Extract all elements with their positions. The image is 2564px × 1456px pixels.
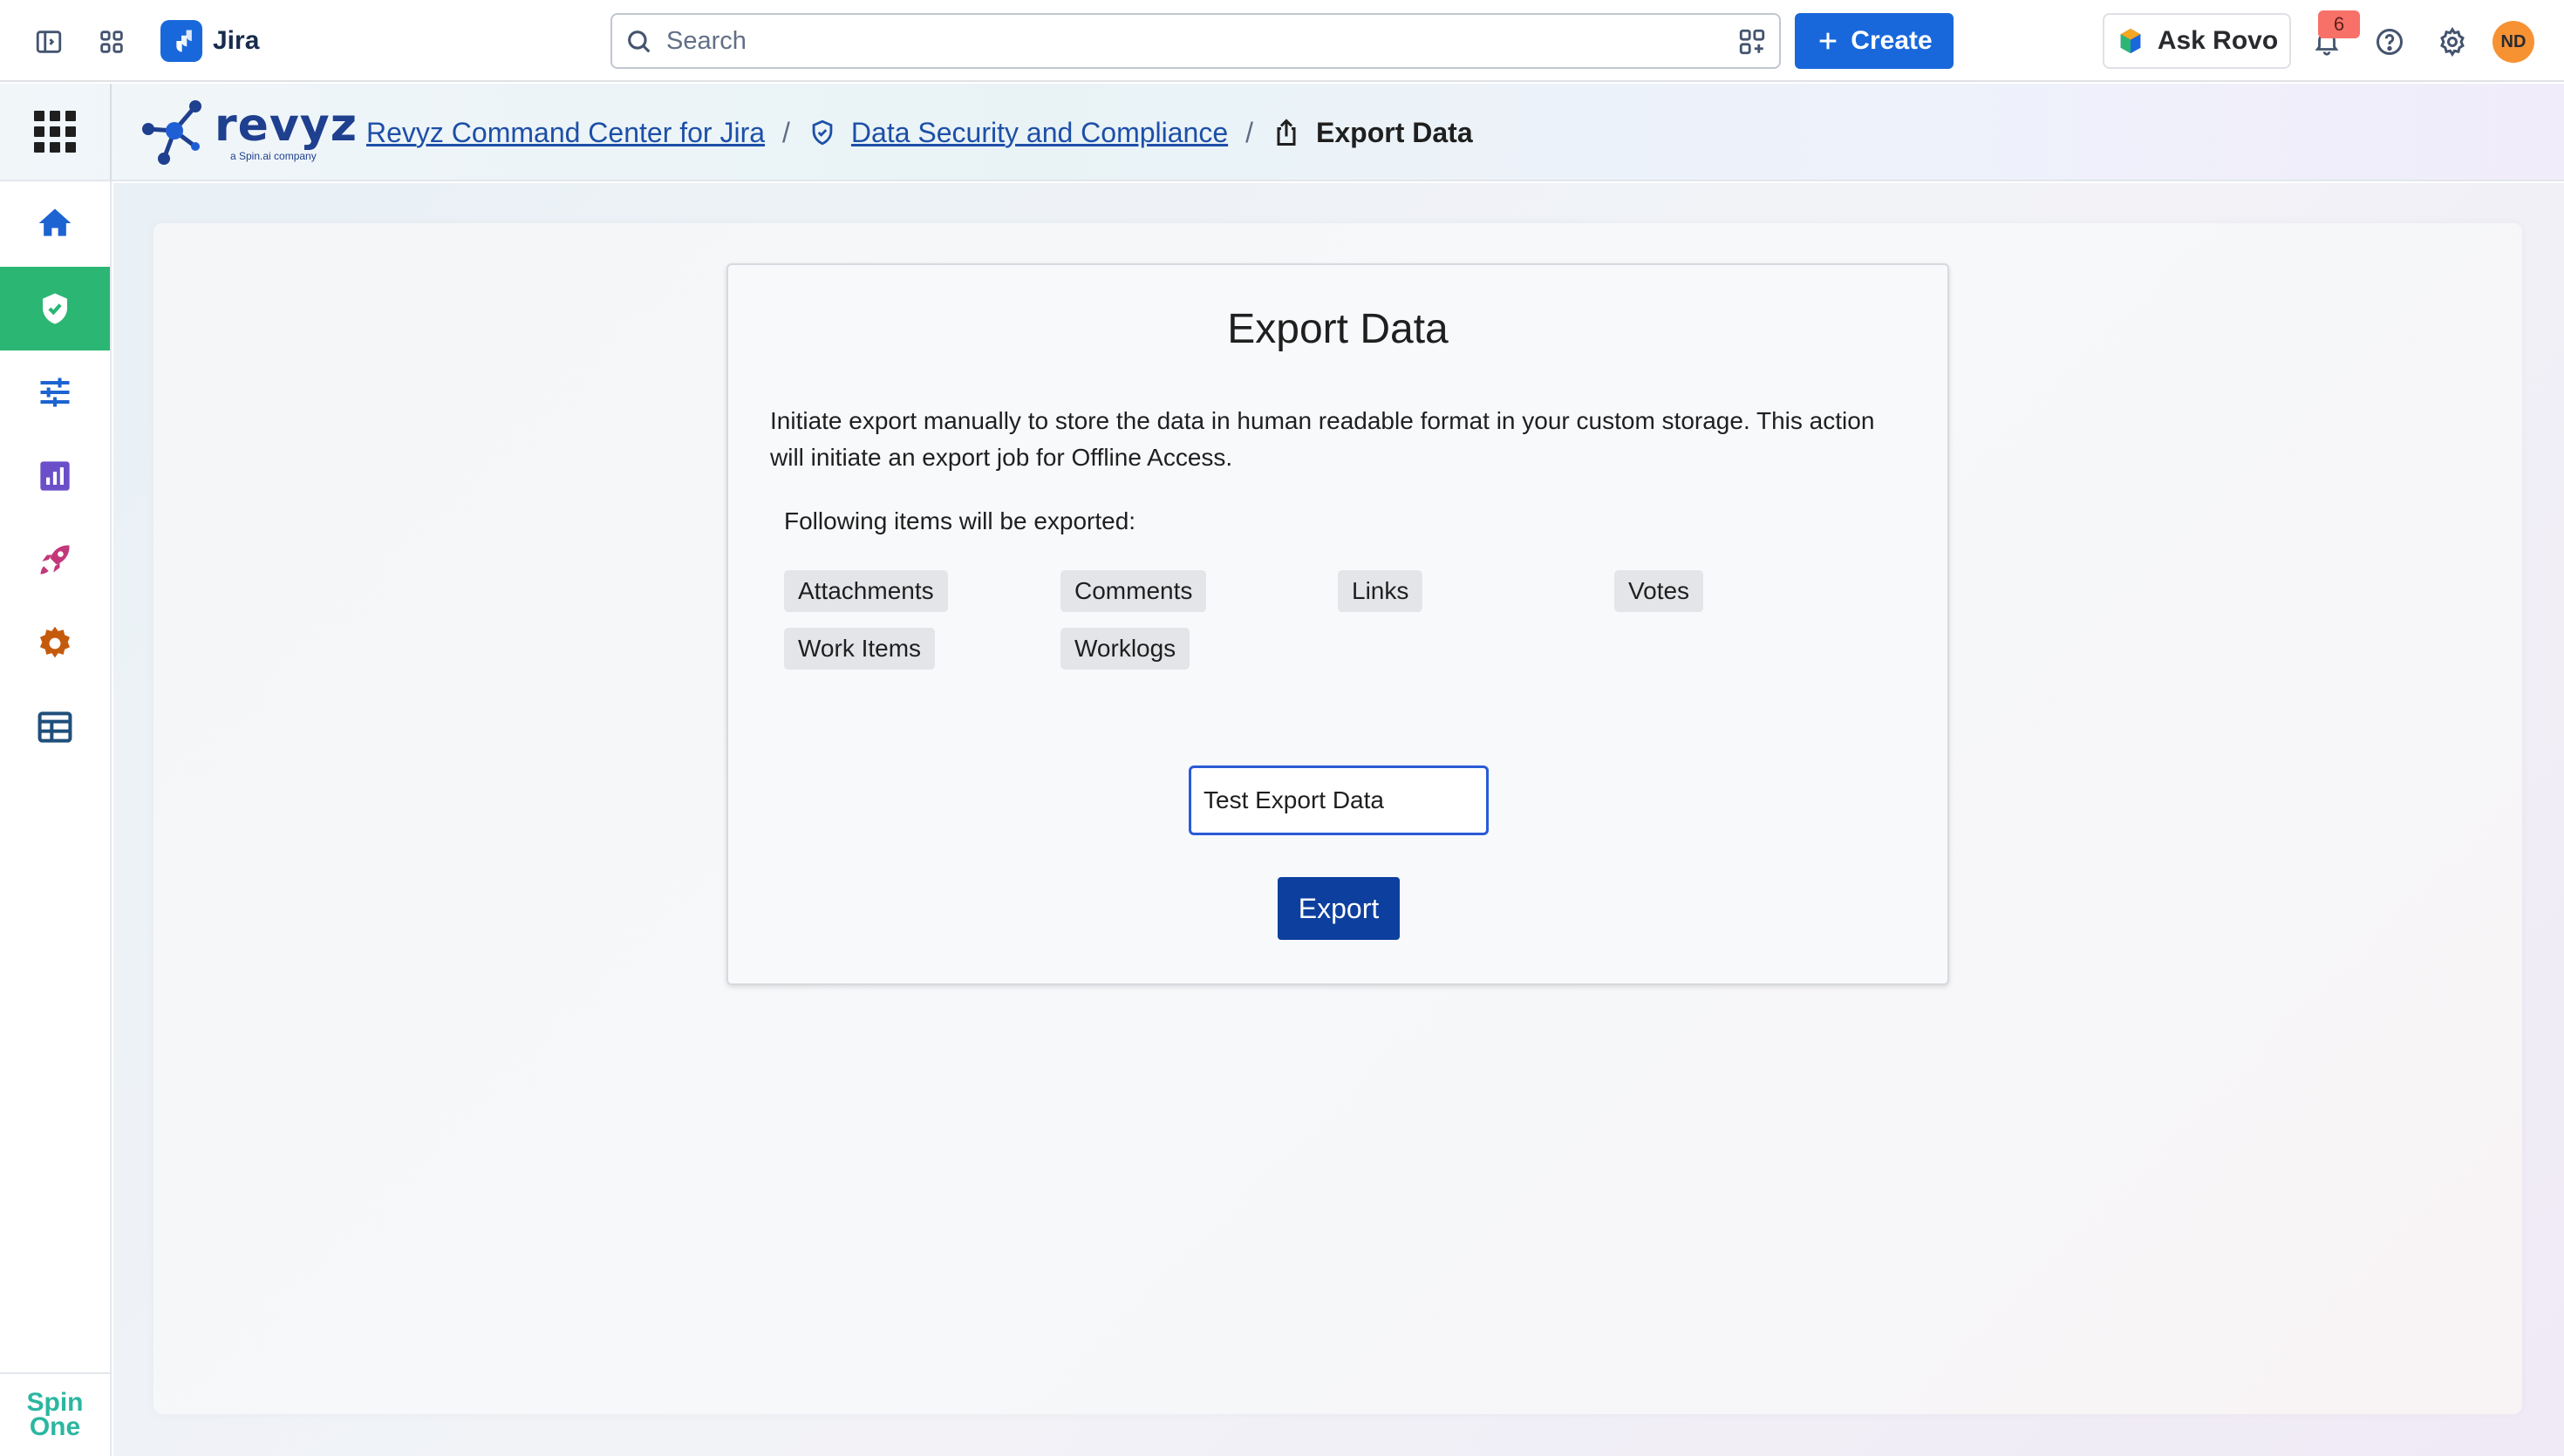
breadcrumb-separator: / [1245, 116, 1254, 148]
search-input[interactable] [666, 24, 1678, 58]
export-item-chip: Votes [1614, 570, 1704, 612]
breadcrumb-separator: / [782, 116, 790, 148]
sidebar-item-reports[interactable] [0, 434, 110, 518]
sliders-icon [40, 378, 70, 407]
user-avatar[interactable]: ND [2492, 21, 2534, 63]
search-icon [628, 31, 651, 53]
sidebar-item-configuration[interactable] [0, 350, 110, 434]
export-item-chip: Comments [1060, 570, 1207, 612]
breadcrumb-root-link[interactable]: Revyz Command Center for Jira [366, 117, 765, 149]
ask-rovo-label: Ask Rovo [2157, 26, 2279, 55]
breadcrumb: Revyz Command Center for Jira / Data Sec… [366, 108, 1473, 157]
export-name-input[interactable] [1189, 765, 1489, 835]
breadcrumb-current: Export Data [1316, 116, 1473, 148]
revyz-wordmark: revyz [215, 99, 358, 152]
sidebar-item-launch[interactable] [0, 518, 110, 602]
help-icon [2376, 29, 2403, 55]
create-button-label: Create [1851, 26, 1933, 55]
breadcrumb-parent-link[interactable]: Data Security and Compliance [851, 117, 1228, 149]
jira-app-name[interactable]: Jira [213, 24, 259, 58]
rocket-icon [40, 545, 70, 575]
shield-check-icon [43, 293, 67, 324]
jira-logo-icon [171, 30, 192, 52]
sidebar-item-data-security[interactable] [0, 267, 110, 350]
export-share-icon [1271, 117, 1302, 148]
home-icon [38, 208, 72, 236]
search-bar[interactable] [610, 13, 1781, 69]
export-data-card: Export Data Initiate export manually to … [726, 263, 1949, 985]
export-item-chip: Work Items [784, 628, 936, 670]
create-button[interactable]: Create [1795, 13, 1954, 69]
search-filter-icon[interactable] [1737, 27, 1767, 57]
revyz-molecule-icon [142, 100, 201, 165]
settings-button[interactable] [2430, 19, 2475, 65]
plus-icon [1819, 32, 1837, 50]
app-switcher-icon [100, 31, 123, 53]
help-button[interactable] [2367, 19, 2412, 65]
notification-count-badge: 6 [2318, 10, 2360, 38]
sidebar-item-home[interactable] [0, 181, 110, 265]
jira-top-bar: Jira Create Ask Rovo 6 [0, 0, 2564, 82]
card-description: Initiate export manually to store the da… [770, 407, 1875, 471]
sidebar-toggle-button[interactable] [26, 19, 72, 65]
app-menu-button[interactable] [0, 84, 112, 180]
app-switcher-button[interactable] [89, 19, 134, 65]
sidebar-toggle-icon [36, 31, 62, 53]
app-sidebar: Spin One [0, 181, 112, 1456]
app-header: revyz a Spin.ai company Revyz Command Ce… [0, 84, 2564, 181]
grid-menu-icon [34, 111, 76, 153]
shield-icon [808, 118, 837, 147]
export-item-chip: Worklogs [1060, 628, 1190, 670]
gear-icon [2440, 26, 2465, 58]
export-button[interactable]: Export [1278, 877, 1400, 940]
sidebar-item-settings[interactable] [0, 602, 110, 685]
spinone-logo-line2: One [29, 1412, 81, 1441]
rovo-icon [2120, 28, 2141, 54]
revyz-logo[interactable]: revyz a Spin.ai company [138, 94, 357, 167]
jira-logo[interactable] [160, 20, 202, 62]
items-heading: Following items will be exported: [784, 507, 1136, 534]
report-chart-icon [40, 461, 70, 491]
gear-icon [39, 626, 71, 658]
table-view-icon [38, 711, 72, 743]
export-item-chip: Attachments [784, 570, 948, 612]
ask-rovo-button[interactable]: Ask Rovo [2103, 13, 2291, 69]
export-item-chip: Links [1338, 570, 1423, 612]
revyz-tagline: a Spin.ai company [230, 150, 317, 162]
card-title: Export Data [1227, 306, 1449, 352]
spinone-logo[interactable]: Spin One [0, 1372, 110, 1456]
sidebar-item-table-view[interactable] [0, 685, 110, 769]
spinone-logo-line1: Spin [26, 1388, 84, 1417]
